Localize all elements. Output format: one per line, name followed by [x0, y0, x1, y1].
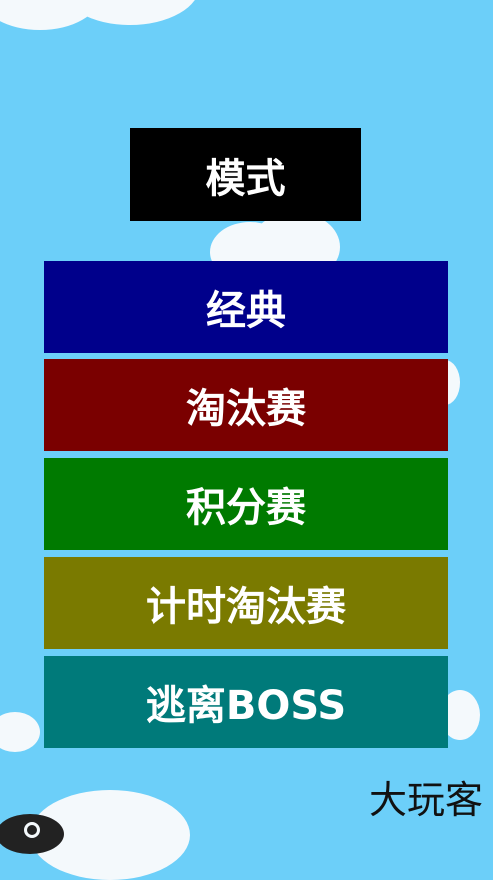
mode-button-knockout[interactable]: 淘汰赛: [44, 359, 448, 451]
mode-button-classic[interactable]: 经典: [44, 261, 448, 353]
mode-title: 模式: [130, 128, 361, 221]
mode-button-escape-boss[interactable]: 逃离BOSS: [44, 656, 448, 748]
mode-button-points[interactable]: 积分赛: [44, 458, 448, 550]
watermark-logo: 大玩客: [368, 778, 483, 822]
mode-button-timed-knockout[interactable]: 计时淘汰赛: [44, 557, 448, 649]
